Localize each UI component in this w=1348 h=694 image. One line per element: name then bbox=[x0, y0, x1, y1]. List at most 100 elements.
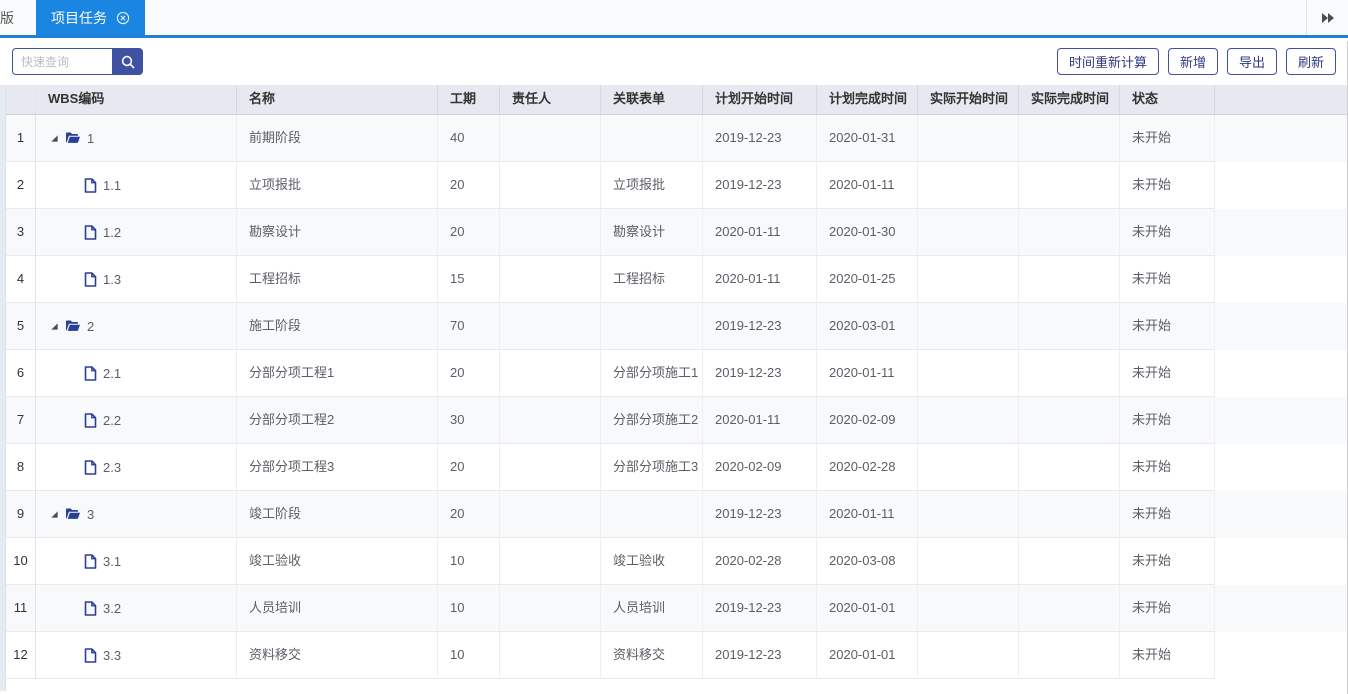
actual-start-cell bbox=[918, 209, 1019, 256]
row-number: 4 bbox=[6, 256, 36, 303]
wbs-tree-cell: 1.1 bbox=[36, 162, 237, 209]
owner-cell bbox=[500, 209, 601, 256]
file-icon bbox=[84, 178, 97, 193]
row-number: 1 bbox=[6, 115, 36, 162]
table-row[interactable]: 103.1竣工验收10竣工验收2020-02-282020-03-08未开始 bbox=[6, 538, 1348, 585]
folder-icon bbox=[65, 131, 81, 145]
status-cell: 未开始 bbox=[1120, 444, 1215, 491]
actual-end-cell bbox=[1019, 444, 1120, 491]
related-form-cell: 竣工验收 bbox=[601, 538, 703, 585]
export-button[interactable]: 导出 bbox=[1227, 48, 1277, 75]
owner-cell bbox=[500, 585, 601, 632]
search-button[interactable] bbox=[112, 48, 143, 75]
duration-cell: 10 bbox=[438, 585, 500, 632]
owner-cell bbox=[500, 491, 601, 538]
table-row[interactable]: 31.2勘察设计20勘察设计2020-01-112020-01-30未开始 bbox=[6, 209, 1348, 256]
actual-start-cell bbox=[918, 350, 1019, 397]
table-row[interactable]: 11前期阶段402019-12-232020-01-31未开始 bbox=[6, 115, 1348, 162]
actual-end-cell bbox=[1019, 303, 1120, 350]
duration-cell: 20 bbox=[438, 444, 500, 491]
recalculate-time-button[interactable]: 时间重新计算 bbox=[1057, 48, 1159, 75]
actual-start-cell bbox=[918, 256, 1019, 303]
related-form-cell: 人员培训 bbox=[601, 585, 703, 632]
actual-start-cell bbox=[918, 115, 1019, 162]
col-header-related-form[interactable]: 关联表单 bbox=[601, 85, 703, 114]
col-header-actual-end[interactable]: 实际完成时间 bbox=[1019, 85, 1120, 114]
wbs-tree-cell: 3.3 bbox=[36, 632, 237, 679]
actual-end-cell bbox=[1019, 632, 1120, 679]
expand-caret-icon[interactable] bbox=[50, 134, 59, 143]
wbs-tree-cell: 1 bbox=[36, 115, 237, 162]
wbs-code-text: 2.2 bbox=[103, 413, 121, 428]
wbs-code-text: 3.1 bbox=[103, 554, 121, 569]
refresh-button[interactable]: 刷新 bbox=[1286, 48, 1336, 75]
row-number: 8 bbox=[6, 444, 36, 491]
plan-start-cell: 2019-12-23 bbox=[703, 585, 817, 632]
col-header-name[interactable]: 名称 bbox=[237, 85, 438, 114]
duration-cell: 30 bbox=[438, 397, 500, 444]
add-button[interactable]: 新增 bbox=[1168, 48, 1218, 75]
expand-caret-icon[interactable] bbox=[50, 510, 59, 519]
table-row[interactable]: 62.1分部分项工程120分部分项施工12019-12-232020-01-11… bbox=[6, 350, 1348, 397]
col-header-filler bbox=[1215, 85, 1348, 114]
col-header-duration[interactable]: 工期 bbox=[438, 85, 500, 114]
status-cell: 未开始 bbox=[1120, 632, 1215, 679]
owner-cell bbox=[500, 115, 601, 162]
table-row[interactable]: 21.1立项报批20立项报批2019-12-232020-01-11未开始 bbox=[6, 162, 1348, 209]
name-cell: 分部分项工程2 bbox=[237, 397, 438, 444]
plan-end-cell: 2020-01-31 bbox=[817, 115, 918, 162]
owner-cell bbox=[500, 632, 601, 679]
col-header-actual-start[interactable]: 实际开始时间 bbox=[918, 85, 1019, 114]
table-row[interactable]: 113.2人员培训10人员培训2019-12-232020-01-01未开始 bbox=[6, 585, 1348, 632]
table-row[interactable]: 41.3工程招标15工程招标2020-01-112020-01-25未开始 bbox=[6, 256, 1348, 303]
expand-caret-icon[interactable] bbox=[50, 322, 59, 331]
name-cell: 立项报批 bbox=[237, 162, 438, 209]
wbs-code-text: 2 bbox=[87, 319, 94, 334]
owner-cell bbox=[500, 397, 601, 444]
col-header-plan-end[interactable]: 计划完成时间 bbox=[817, 85, 918, 114]
wbs-tree-cell: 2.1 bbox=[36, 350, 237, 397]
tab-close-icon[interactable] bbox=[116, 11, 130, 25]
row-number: 12 bbox=[6, 632, 36, 679]
col-header-wbs-code[interactable]: WBS编码 bbox=[36, 85, 237, 114]
actual-end-cell bbox=[1019, 585, 1120, 632]
folder-icon bbox=[65, 507, 81, 521]
table-body: 11前期阶段402019-12-232020-01-31未开始 2 1.1 立项报批 2… bbox=[6, 115, 1348, 679]
table-row[interactable]: 52施工阶段702019-12-232020-03-01未开始 bbox=[6, 303, 1348, 350]
related-form-cell: 分部分项施工1 bbox=[601, 350, 703, 397]
search-input[interactable] bbox=[12, 48, 112, 75]
actual-start-cell bbox=[918, 632, 1019, 679]
row-number: 5 bbox=[6, 303, 36, 350]
status-cell: 未开始 bbox=[1120, 209, 1215, 256]
wbs-code-text: 3.3 bbox=[103, 648, 121, 663]
duration-cell: 20 bbox=[438, 491, 500, 538]
tab-project-tasks[interactable]: 项目任务 bbox=[36, 0, 145, 35]
status-cell: 未开始 bbox=[1120, 585, 1215, 632]
toolbar-actions: 时间重新计算 新增 导出 刷新 bbox=[1057, 48, 1336, 75]
col-header-plan-start[interactable]: 计划开始时间 bbox=[703, 85, 817, 114]
related-form-cell: 分部分项施工3 bbox=[601, 444, 703, 491]
table-row[interactable]: 72.2分部分项工程230分部分项施工22020-01-112020-02-09… bbox=[6, 397, 1348, 444]
table-row[interactable]: 123.3资料移交10资料移交2019-12-232020-01-01未开始 bbox=[6, 632, 1348, 679]
wbs-tree-cell: 3.2 bbox=[36, 585, 237, 632]
table-row[interactable]: 93竣工阶段202019-12-232020-01-11未开始 bbox=[6, 491, 1348, 538]
wbs-tree-cell: 1.2 bbox=[36, 209, 237, 256]
tab-partial-left[interactable]: 版 bbox=[0, 0, 14, 35]
col-header-status[interactable]: 状态 bbox=[1120, 85, 1215, 114]
plan-start-cell: 2019-12-23 bbox=[703, 632, 817, 679]
actual-start-cell bbox=[918, 538, 1019, 585]
name-cell: 分部分项工程3 bbox=[237, 444, 438, 491]
name-cell: 分部分项工程1 bbox=[237, 350, 438, 397]
actual-end-cell bbox=[1019, 350, 1120, 397]
toolbar: 时间重新计算 新增 导出 刷新 bbox=[0, 38, 1348, 85]
table-row[interactable]: 82.3分部分项工程320分部分项施工32020-02-092020-02-28… bbox=[6, 444, 1348, 491]
wbs-tree-cell: 3.1 bbox=[36, 538, 237, 585]
wbs-code-text: 1.1 bbox=[103, 178, 121, 193]
duration-cell: 70 bbox=[438, 303, 500, 350]
plan-start-cell: 2019-12-23 bbox=[703, 350, 817, 397]
col-header-owner[interactable]: 责任人 bbox=[500, 85, 601, 114]
name-cell: 资料移交 bbox=[237, 632, 438, 679]
tabs-overflow-icon[interactable] bbox=[1307, 0, 1348, 35]
plan-end-cell: 2020-01-01 bbox=[817, 585, 918, 632]
related-form-cell: 勘察设计 bbox=[601, 209, 703, 256]
